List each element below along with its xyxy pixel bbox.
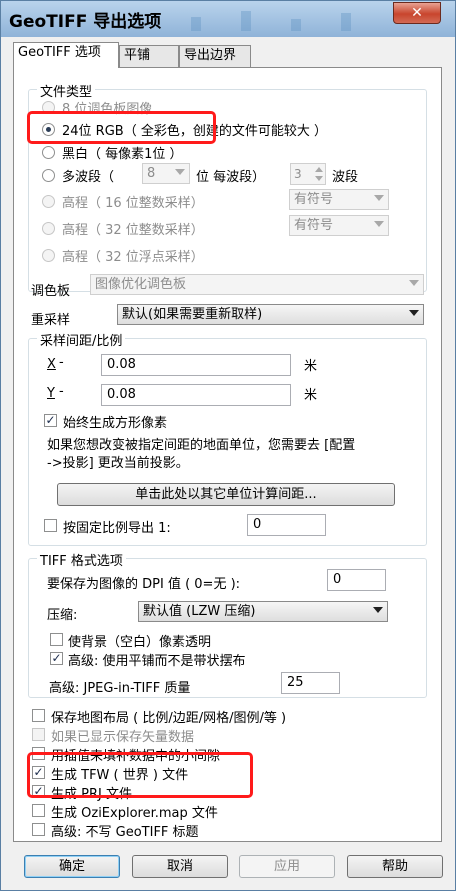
button-label: 取消 — [166, 859, 193, 874]
multiband-bits-unit: 位 每波段） — [196, 170, 266, 185]
x-spacing-input[interactable]: 0.08 — [101, 354, 291, 376]
select-value: 默认(如果需要重新取样) — [122, 307, 263, 322]
grayscale-radio[interactable] — [42, 146, 55, 159]
resample-label: 重采样 — [31, 313, 71, 328]
select-value: 有符号 — [294, 218, 334, 233]
jpeg-quality-input[interactable]: 25 — [281, 672, 340, 694]
ozi-map-label: 生成 OziExplorer.map 文件 — [51, 806, 218, 821]
vector-data-checkbox[interactable] — [32, 728, 45, 741]
fixed-scale-input[interactable]: 0 — [247, 514, 326, 536]
calc-spacing-button[interactable]: 单击此处以其它单位计算间距... — [57, 483, 395, 506]
multiband-radio-label: 多波段（ — [62, 170, 115, 185]
grayscale-radio-label: 黑白（ 每像素1位 ） — [62, 147, 183, 162]
square-pixels-checkbox[interactable]: ✓ — [44, 414, 57, 427]
resample-select[interactable]: 默认(如果需要重新取样) — [117, 304, 424, 325]
elev32-sign-select[interactable]: 有符号 — [289, 215, 389, 236]
select-value: 默认值 (LZW 压缩) — [143, 604, 256, 619]
fixed-scale-label: 按固定比例导出 1: — [63, 521, 171, 536]
compress-select[interactable]: 默认值 (LZW 压缩) — [138, 601, 388, 622]
button-label: 单击此处以其它单位计算间距... — [135, 487, 317, 502]
tab-label: 导出边界 — [184, 48, 237, 63]
tab-label: 平铺 — [124, 48, 151, 63]
no-geotiff-header-label: 高级: 不写 GeoTIFF 标题 — [51, 825, 199, 840]
elev32f-radio-label: 高程（ 32 位浮点采样） — [62, 250, 204, 265]
elev32f-radio[interactable] — [42, 249, 55, 262]
stepper-value: 3 — [294, 167, 302, 181]
tiff-format-label: TIFF 格式选项 — [37, 550, 126, 569]
projection-note-line1: 如果您想改变被指定间距的地面单位，您需要去 [配置 — [47, 438, 356, 453]
y-spacing-unit: 米 — [304, 388, 318, 403]
select-value: 图像优化调色板 — [95, 277, 187, 292]
y-spacing-dash: - — [59, 384, 64, 399]
projection-note-line2: ->投影] 更改当前投影。 — [47, 456, 189, 471]
highlight-tfw-prj — [27, 752, 253, 798]
close-icon: ✕ — [411, 5, 423, 21]
save-layout-label: 保存地图布局 ( 比例/边距/网格/图例/等 ) — [51, 711, 287, 726]
input-value: 0.08 — [107, 357, 136, 372]
input-value: 25 — [287, 675, 304, 690]
button-label: 应用 — [273, 859, 300, 874]
select-value: 8 — [147, 166, 156, 181]
jpeg-quality-label: 高级: JPEG-in-TIFF 质量 — [49, 681, 191, 696]
ozi-map-checkbox[interactable] — [32, 804, 45, 817]
y-spacing-label: Y — [47, 386, 55, 401]
square-pixels-label: 始终生成方形像素 — [63, 416, 168, 431]
button-label: 确定 — [58, 859, 85, 874]
input-value: 0 — [253, 517, 262, 532]
tab-export-bounds[interactable]: 导出边界 — [179, 45, 251, 67]
dialog-client: GeoTIFF 选项 平铺 导出边界 文件类型 8 位调色板图像 24位 RGB… — [8, 37, 448, 885]
button-label: 帮助 — [381, 859, 408, 874]
highlight-rgb24 — [27, 111, 216, 144]
tab-label: GeoTIFF 选项 — [18, 45, 101, 60]
cancel-button[interactable]: 取消 — [132, 855, 228, 878]
help-button[interactable]: 帮助 — [347, 855, 443, 878]
elev16-radio[interactable] — [42, 195, 55, 208]
x-spacing-unit: 米 — [304, 359, 318, 374]
fixed-scale-checkbox[interactable] — [44, 519, 57, 532]
elev16-sign-select[interactable]: 有符号 — [289, 189, 389, 210]
compress-label: 压缩: — [47, 608, 78, 623]
spacing-label: 采样间距/比例 — [37, 330, 126, 349]
x-spacing-dash: - — [59, 355, 64, 370]
titlebar-decoration — [191, 11, 351, 31]
transparent-background-label: 使背景（空白）像素透明 — [68, 635, 212, 650]
elev32-radio[interactable] — [42, 222, 55, 235]
no-geotiff-header-checkbox[interactable] — [32, 823, 45, 836]
dpi-label: 要保存为图像的 DPI 值 ( 0=无 ): — [47, 577, 241, 592]
title-bar: GeoTIFF 导出选项 ✕ — [1, 1, 455, 37]
ok-button[interactable]: 确定 — [24, 855, 120, 878]
input-value: 0 — [333, 572, 342, 587]
tab-tiling[interactable]: 平铺 — [119, 45, 179, 67]
elev16-radio-label: 高程（ 16 位整数采样） — [62, 196, 204, 211]
band-count-stepper[interactable]: 3 — [290, 163, 326, 185]
y-spacing-input[interactable]: 0.08 — [101, 384, 291, 406]
transparent-background-checkbox[interactable] — [50, 633, 63, 646]
close-button[interactable]: ✕ — [393, 2, 441, 24]
select-value: 有符号 — [294, 192, 334, 207]
elev32-radio-label: 高程（ 32 位整数采样） — [62, 223, 204, 238]
tab-geotiff-options[interactable]: GeoTIFF 选项 — [13, 42, 119, 68]
multiband-radio[interactable] — [42, 169, 55, 182]
palette-label: 调色板 — [31, 284, 71, 299]
palette-select[interactable]: 图像优化调色板 — [90, 274, 424, 295]
window-title: GeoTIFF 导出选项 — [9, 12, 162, 32]
multiband-bits-select[interactable]: 8 — [142, 163, 190, 184]
geotiff-options-panel: 文件类型 8 位调色板图像 24位 RGB（ 全彩色，创建的文件可能较大 ） 黑… — [13, 67, 442, 842]
tiled-label: 高级: 使用平铺而不是带状摆布 — [68, 654, 246, 669]
x-spacing-label: X — [47, 357, 56, 372]
band-count-label: 波段 — [332, 170, 359, 185]
apply-button[interactable]: 应用 — [239, 855, 335, 878]
save-layout-checkbox[interactable] — [32, 709, 45, 722]
dpi-input[interactable]: 0 — [327, 569, 386, 591]
tiled-checkbox[interactable]: ✓ — [50, 652, 63, 665]
input-value: 0.08 — [107, 387, 136, 402]
export-dialog: GeoTIFF 导出选项 ✕ GeoTIFF 选项 平铺 导出边界 文件类型 8… — [0, 0, 456, 891]
vector-data-label: 如果已显示保存矢量数据 — [51, 730, 195, 745]
